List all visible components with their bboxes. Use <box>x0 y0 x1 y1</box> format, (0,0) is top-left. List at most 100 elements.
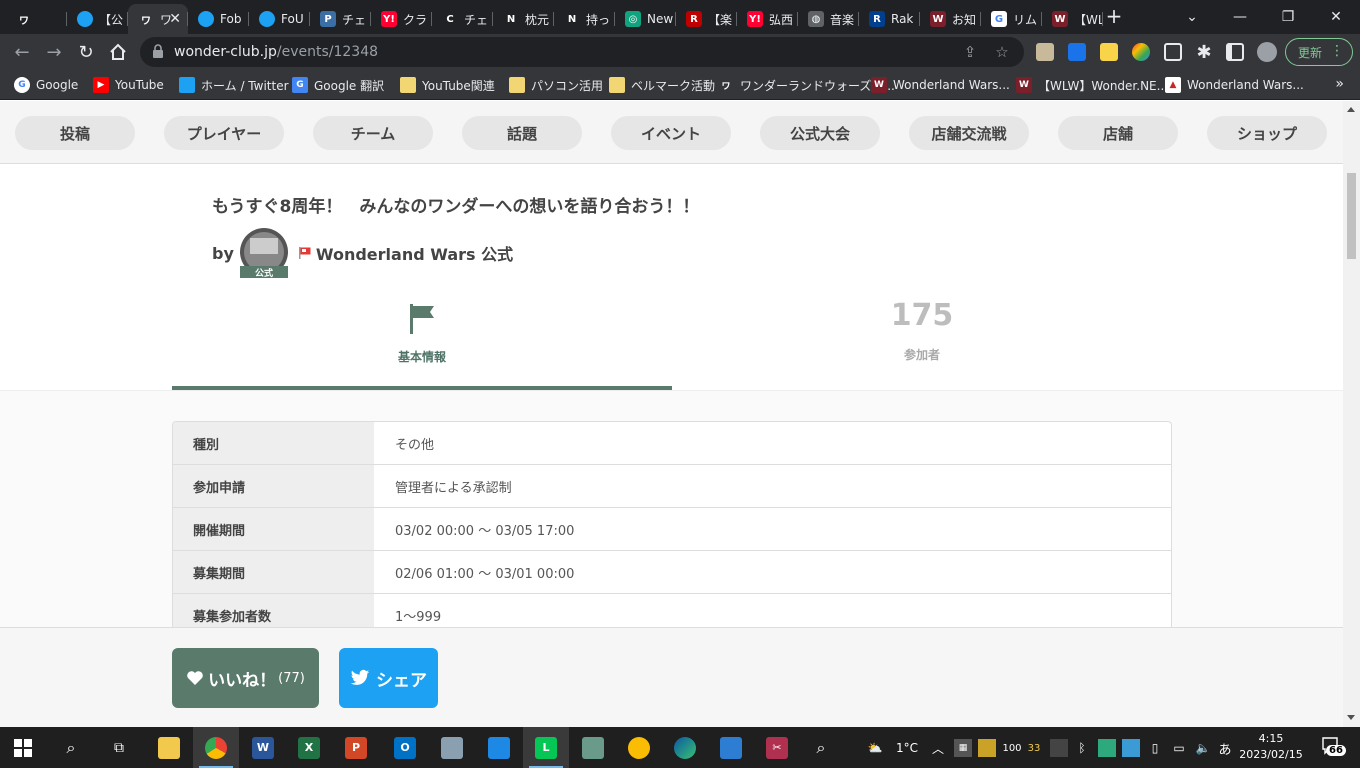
nav-item[interactable]: ショップ <box>1207 116 1327 150</box>
tray-app-icon[interactable] <box>1050 739 1068 757</box>
nav-item[interactable]: 店舗 <box>1058 116 1178 150</box>
bookmark-item[interactable]: ホーム / Twitter <box>179 76 289 94</box>
tab-participants[interactable]: 175 参加者 <box>672 294 1172 390</box>
browser-tab[interactable]: FoU <box>249 4 310 34</box>
browser-tab[interactable]: ◎ New <box>615 4 676 34</box>
taskbar-search-2[interactable]: ⌕ <box>798 727 844 768</box>
browser-tab[interactable]: Fob <box>188 4 249 34</box>
share-button[interactable]: シェア <box>339 648 438 708</box>
browser-tab[interactable]: G リム <box>981 4 1042 34</box>
taskbar-app-green[interactable] <box>570 727 616 768</box>
bookmarks-overflow-button[interactable]: » <box>1335 76 1344 92</box>
bookmark-star-button[interactable]: ☆ <box>992 42 1012 62</box>
browser-tab[interactable]: N 持っ <box>554 4 615 34</box>
close-tab-icon[interactable]: ✕ <box>169 11 181 27</box>
bookmark-item[interactable]: W 【WLW】Wonder.NE... <box>1016 76 1168 94</box>
avatar[interactable]: 公式 <box>238 226 290 280</box>
notification-button[interactable]: 66 <box>1320 735 1346 759</box>
page-scrollbar[interactable] <box>1343 101 1360 727</box>
taskbar-app-yellow[interactable] <box>616 727 662 768</box>
tab-basic-info[interactable]: 基本情報 <box>172 294 672 390</box>
bookmark-item[interactable]: ▲ Wonderland Wars... <box>1165 76 1304 94</box>
browser-tab[interactable]: 【公 <box>67 4 128 34</box>
extension-2-icon[interactable] <box>1068 43 1086 61</box>
taskbar-explorer[interactable] <box>146 727 192 768</box>
forward-button[interactable]: → <box>42 40 66 64</box>
browser-tab[interactable]: Y! クラ <box>371 4 432 34</box>
bookmark-item[interactable]: パソコン活用 <box>509 76 603 94</box>
bookmark-item[interactable]: ワワンダーランドウォーズの... <box>718 76 895 94</box>
tray-app-icon[interactable] <box>978 739 996 757</box>
bookmark-item[interactable]: ▶ YouTube <box>93 76 164 94</box>
taskbar-snipping[interactable]: ✂ <box>754 727 800 768</box>
home-button[interactable] <box>106 40 130 64</box>
browser-tab[interactable]: P チェ <box>310 4 371 34</box>
like-button[interactable]: いいね！ (77) <box>172 648 319 708</box>
start-button[interactable] <box>0 727 46 768</box>
volume-icon[interactable]: 🔈 <box>1194 739 1212 757</box>
taskbar-app-blue[interactable] <box>476 727 522 768</box>
taskbar-photos[interactable] <box>708 727 754 768</box>
nav-item[interactable]: プレイヤー <box>164 116 284 150</box>
nav-item[interactable]: 話題 <box>462 116 582 150</box>
taskbar-search-button[interactable]: ⌕ <box>48 727 94 768</box>
browser-tab[interactable]: C チェ <box>432 4 493 34</box>
browser-tab[interactable]: Y! 弘西 <box>737 4 798 34</box>
restore-button[interactable]: ❐ <box>1264 0 1312 34</box>
taskbar-chrome[interactable] <box>193 727 239 768</box>
bookmark-item[interactable]: G Google 翻訳 <box>292 76 384 94</box>
url-text[interactable]: wonder-club.jp/events/12348 <box>174 44 378 60</box>
tray-expand-icon[interactable]: ︿ <box>930 739 946 757</box>
reload-button[interactable]: ↻ <box>74 40 98 64</box>
minimize-button[interactable]: — <box>1216 0 1264 34</box>
browser-tab[interactable]: R 【楽 <box>676 4 737 34</box>
update-button[interactable]: 更新 ⋮ <box>1285 38 1353 66</box>
nav-item[interactable]: チーム <box>313 116 433 150</box>
browser-tab[interactable]: ◍ 音楽 <box>798 4 859 34</box>
taskbar-excel[interactable]: X <box>286 727 332 768</box>
browser-tab[interactable]: R Rak <box>859 4 920 34</box>
browser-tab[interactable]: W 【WL <box>1042 4 1103 34</box>
address-bar[interactable]: wonder-club.jp/events/12348 ⇪ ☆ <box>140 37 1024 67</box>
taskbar-line[interactable]: L <box>523 727 569 768</box>
tray-app-icon[interactable]: ▦ <box>954 739 972 757</box>
scroll-thumb[interactable] <box>1347 173 1356 259</box>
organizer-name[interactable]: Wonderland Wars 公式 <box>316 241 513 265</box>
nav-item[interactable]: 投稿 <box>15 116 135 150</box>
scroll-down-icon[interactable] <box>1347 715 1355 720</box>
profile-avatar-icon[interactable] <box>1257 42 1277 62</box>
extensions-button[interactable]: ✱ <box>1192 40 1216 64</box>
taskbar-powerpoint[interactable]: P <box>333 727 379 768</box>
bookmark-item[interactable]: G Google <box>14 76 78 94</box>
browser-tab[interactable]: N 枕元 <box>493 4 554 34</box>
usb-icon[interactable]: ▯ <box>1148 739 1162 757</box>
network-icon[interactable]: ▭ <box>1170 739 1188 757</box>
browser-tab[interactable]: ワ <box>6 4 67 34</box>
extension-3-icon[interactable] <box>1100 43 1118 61</box>
bookmark-item[interactable]: ベルマーク活動 <box>609 76 715 94</box>
bookmark-item[interactable]: YouTube関連 <box>400 76 495 94</box>
browser-tab[interactable]: ワワ ✕ <box>128 4 188 34</box>
bookmark-item[interactable]: W Wonderland Wars... <box>871 76 1010 94</box>
close-window-button[interactable]: ✕ <box>1312 0 1360 34</box>
taskbar-app-chart[interactable] <box>429 727 475 768</box>
ime-indicator[interactable]: あ <box>1216 739 1234 758</box>
bluetooth-icon[interactable]: ᛒ <box>1074 739 1090 757</box>
weather-temp[interactable]: 1°C <box>892 739 922 757</box>
back-button[interactable]: ← <box>10 40 34 64</box>
browser-tab[interactable]: W お知 <box>920 4 981 34</box>
scroll-up-icon[interactable] <box>1347 107 1355 112</box>
extension-1-icon[interactable] <box>1036 43 1054 61</box>
nav-item[interactable]: 店舗交流戦 <box>909 116 1029 150</box>
extension-4-icon[interactable] <box>1132 43 1150 61</box>
tray-app-icon[interactable] <box>1098 739 1116 757</box>
side-panel-icon[interactable] <box>1226 43 1244 61</box>
task-view-button[interactable]: ⧉ <box>96 727 142 768</box>
tray-counter-1[interactable]: 100 <box>1001 739 1023 757</box>
clock[interactable]: 4:15 2023/02/15 <box>1236 731 1306 763</box>
extension-5-icon[interactable] <box>1164 43 1182 61</box>
tray-app-icon[interactable] <box>1122 739 1140 757</box>
new-tab-button[interactable]: + <box>1104 6 1124 26</box>
tray-counter-2[interactable]: 33 <box>1025 739 1043 757</box>
weather-icon[interactable]: ⛅ <box>860 739 890 757</box>
